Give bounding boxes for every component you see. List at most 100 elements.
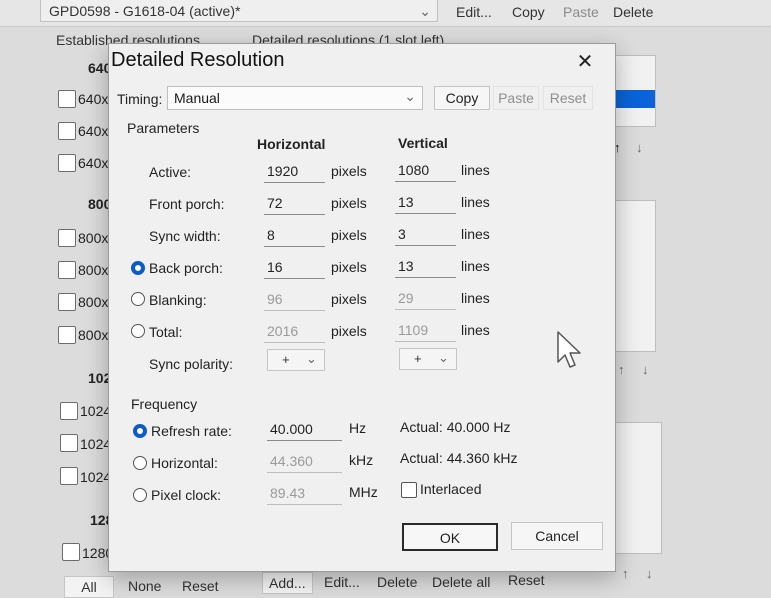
horizontal-freq-radio[interactable]: [133, 456, 147, 470]
blanking-label: Blanking:: [149, 292, 207, 308]
v-total-input[interactable]: 1109: [395, 319, 456, 342]
timing-copy-button[interactable]: Copy: [434, 86, 490, 110]
front-porch-label: Front porch:: [149, 196, 225, 212]
timing-paste-button[interactable]: Paste: [493, 86, 539, 110]
h-front-porch-unit: pixels: [331, 195, 367, 211]
h-sync-polarity-value: +: [282, 352, 290, 367]
delete-resolution-button[interactable]: Delete: [371, 572, 423, 592]
refresh-rate-radio[interactable]: [133, 424, 147, 438]
display-select-value: GPD0598 - G1618-04 (active)*: [49, 3, 241, 19]
horizontal-column-header: Horizontal: [257, 136, 326, 152]
detailed-resolution-dialog: Detailed Resolution ✕ Timing: Manual ⌄ C…: [108, 43, 616, 572]
timing-reset-button[interactable]: Reset: [543, 86, 593, 110]
resolution-checkbox[interactable]: [58, 154, 76, 172]
display-select[interactable]: GPD0598 - G1618-04 (active)* ⌄: [40, 0, 438, 22]
move-up-icon[interactable]: ↑: [622, 566, 629, 581]
pixel-clock-radio[interactable]: [133, 488, 147, 502]
active-label: Active:: [149, 164, 192, 180]
select-none-button[interactable]: None: [122, 576, 167, 596]
resolution-label: 800x: [78, 262, 109, 278]
refresh-rate-input[interactable]: 40.000: [267, 418, 342, 441]
v-back-porch-unit: lines: [461, 258, 490, 274]
total-label: Total:: [149, 324, 183, 340]
select-all-button[interactable]: All: [64, 576, 114, 598]
move-down-icon[interactable]: ↓: [642, 362, 649, 377]
resolution-label: 640x: [78, 91, 109, 107]
resolution-checkbox[interactable]: [60, 467, 78, 485]
bg-delete-button[interactable]: Delete: [607, 2, 659, 22]
chevron-down-icon: ⌄: [404, 88, 416, 104]
resolution-checkbox[interactable]: [60, 434, 78, 452]
resolution-checkbox[interactable]: [58, 229, 76, 247]
bg-copy-button[interactable]: Copy: [506, 2, 551, 22]
delete-all-button[interactable]: Delete all: [426, 572, 496, 592]
h-front-porch-input[interactable]: 72: [264, 192, 325, 215]
v-active-input[interactable]: 1080: [395, 159, 456, 182]
back-porch-radio[interactable]: [131, 261, 145, 275]
move-down-icon[interactable]: ↓: [636, 140, 643, 155]
chevron-down-icon: ⌄: [306, 351, 317, 366]
refresh-rate-label: Refresh rate:: [151, 423, 232, 439]
v-back-porch-input[interactable]: 13: [395, 255, 456, 278]
timing-label: Timing:: [117, 91, 163, 107]
resolution-checkbox[interactable]: [58, 261, 76, 279]
add-resolution-button[interactable]: Add...: [262, 572, 313, 594]
edit-resolution-button[interactable]: Edit...: [318, 572, 366, 592]
interlaced-label: Interlaced: [420, 481, 482, 497]
v-sync-width-input[interactable]: 3: [395, 223, 456, 246]
resolution-checkbox[interactable]: [58, 293, 76, 311]
h-sync-polarity-select[interactable]: + ⌄: [267, 349, 325, 371]
v-sync-width-unit: lines: [461, 226, 490, 242]
move-down-icon[interactable]: ↓: [646, 566, 653, 581]
total-radio[interactable]: [131, 324, 145, 338]
horizontal-freq-actual: Actual: 44.360 kHz: [400, 450, 518, 466]
resolution-label: 1024: [80, 403, 112, 419]
pixel-clock-unit: MHz: [349, 484, 378, 500]
h-total-input[interactable]: 2016: [264, 320, 325, 343]
horizontal-freq-unit: kHz: [349, 452, 374, 468]
h-blanking-input[interactable]: 96: [264, 288, 325, 311]
resolution-checkbox[interactable]: [60, 402, 78, 420]
reset-detailed-button[interactable]: Reset: [502, 570, 551, 590]
h-active-input[interactable]: 1920: [264, 160, 325, 183]
mouse-cursor-icon: [557, 331, 581, 368]
v-front-porch-input[interactable]: 13: [395, 191, 456, 214]
dialog-title: Detailed Resolution: [111, 49, 285, 71]
chevron-down-icon: ⌄: [419, 3, 431, 19]
blanking-radio[interactable]: [131, 292, 145, 306]
resolution-label: 800x: [78, 294, 109, 310]
h-back-porch-input[interactable]: 16: [264, 256, 325, 279]
bg-edit-button[interactable]: Edit...: [450, 2, 498, 22]
sync-polarity-label: Sync polarity:: [149, 356, 234, 372]
refresh-rate-unit: Hz: [349, 420, 367, 436]
resolution-checkbox[interactable]: [58, 122, 76, 140]
bg-paste-button[interactable]: Paste: [557, 2, 605, 22]
back-porch-label: Back porch:: [149, 260, 223, 276]
pixel-clock-input[interactable]: 89.43: [267, 482, 342, 505]
horizontal-freq-input[interactable]: 44.360: [267, 450, 342, 473]
resolution-label: 1024: [80, 436, 112, 452]
interlaced-checkbox[interactable]: [401, 482, 417, 498]
v-sync-polarity-value: +: [414, 351, 422, 366]
resolution-label: 800x: [78, 327, 109, 343]
h-sync-width-input[interactable]: 8: [264, 224, 325, 247]
refresh-rate-actual: Actual: 40.000 Hz: [400, 419, 511, 435]
resolution-checkbox[interactable]: [58, 326, 76, 344]
reset-established-button[interactable]: Reset: [176, 576, 225, 596]
cancel-button[interactable]: Cancel: [511, 522, 603, 550]
resolution-checkbox[interactable]: [62, 543, 80, 561]
ok-button[interactable]: OK: [402, 523, 498, 551]
sync-width-label: Sync width:: [149, 228, 221, 244]
h-total-unit: pixels: [331, 323, 367, 339]
timing-select[interactable]: Manual ⌄: [167, 86, 423, 110]
timing-select-value: Manual: [174, 90, 220, 106]
resolution-checkbox[interactable]: [58, 90, 76, 108]
move-up-icon[interactable]: ↑: [618, 362, 625, 377]
v-blanking-input[interactable]: 29: [395, 287, 456, 310]
chevron-down-icon: ⌄: [438, 350, 449, 365]
close-icon[interactable]: ✕: [575, 49, 595, 74]
h-back-porch-unit: pixels: [331, 259, 367, 275]
v-front-porch-unit: lines: [461, 194, 490, 210]
horizontal-freq-label: Horizontal:: [151, 455, 218, 471]
v-sync-polarity-select[interactable]: + ⌄: [399, 348, 457, 370]
